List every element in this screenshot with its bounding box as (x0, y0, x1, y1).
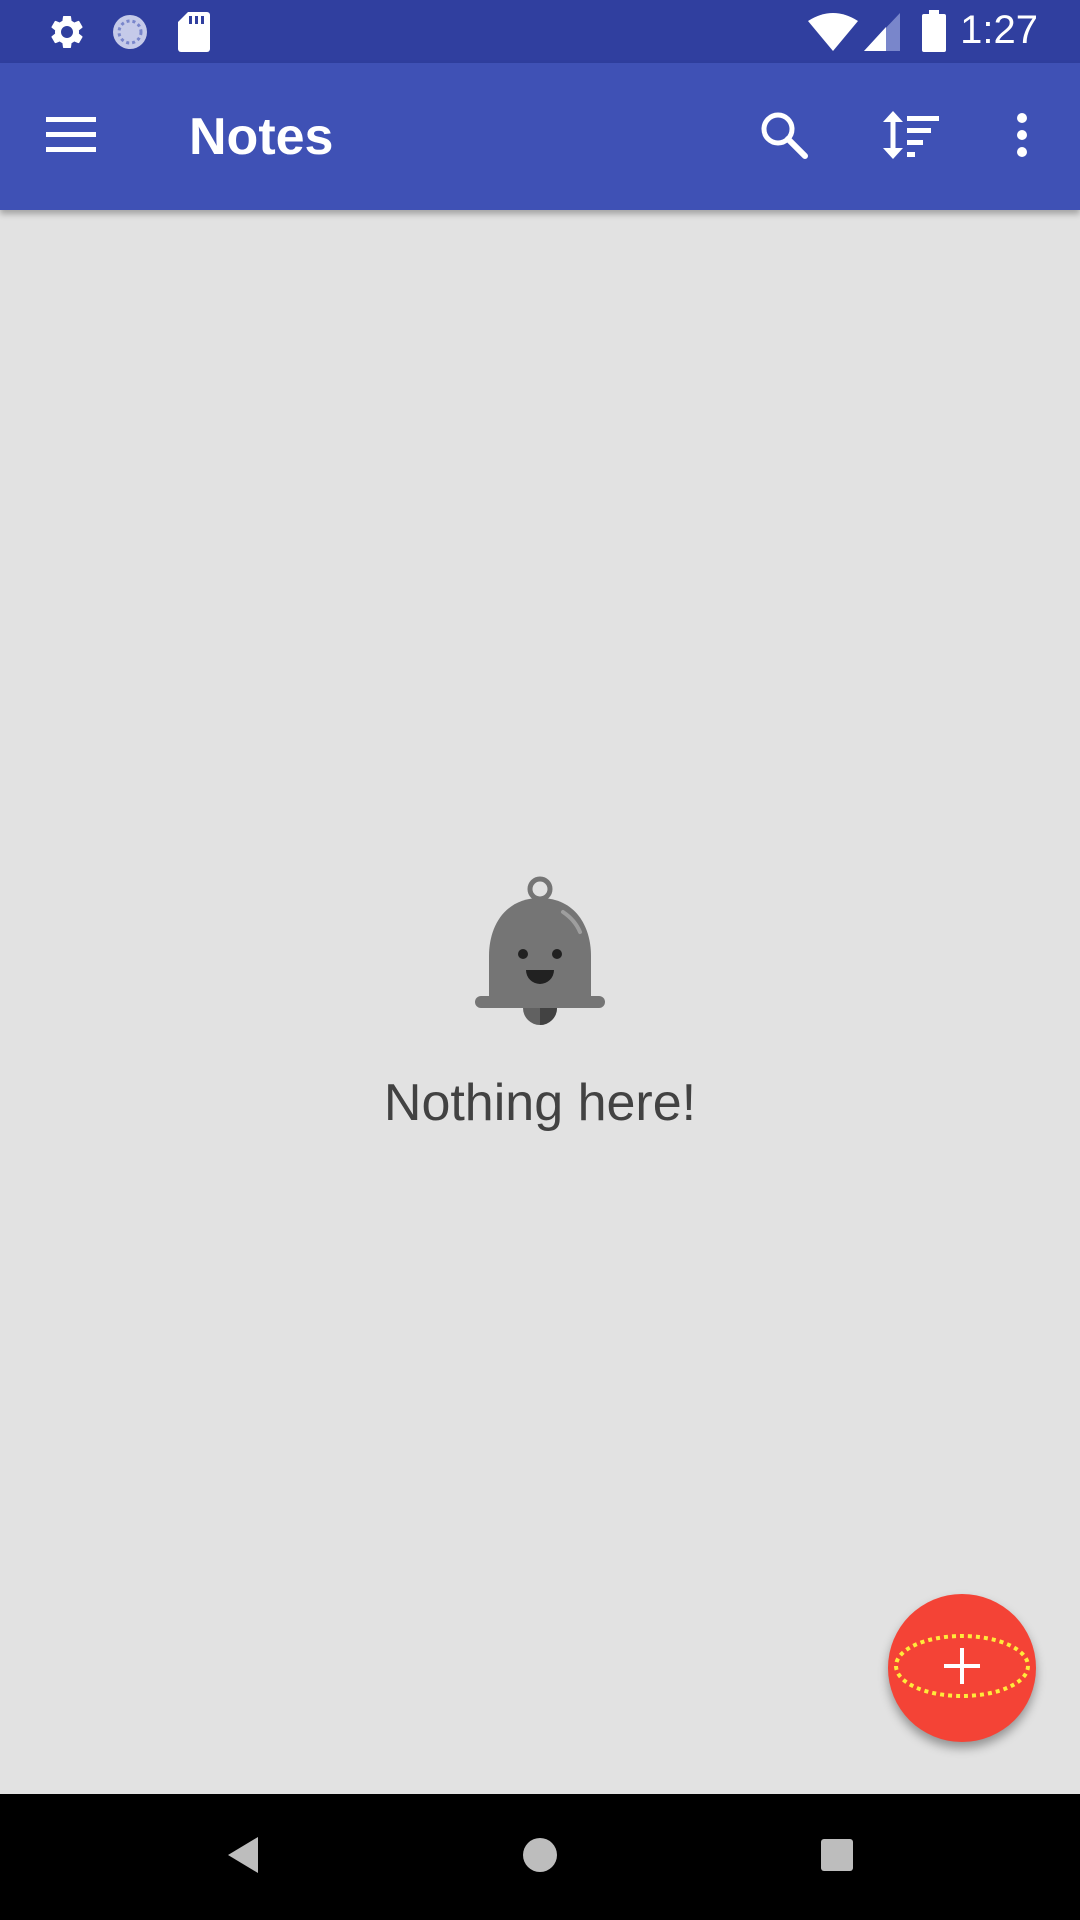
home-icon (521, 1836, 559, 1879)
gear-icon (47, 12, 87, 57)
sort-icon (883, 110, 939, 165)
recents-button[interactable] (797, 1817, 877, 1897)
plus-icon (892, 1631, 1032, 1706)
navigation-bar (0, 1794, 1080, 1920)
app-bar: Notes (0, 63, 1080, 210)
more-options-button[interactable] (974, 89, 1070, 185)
menu-button[interactable] (24, 89, 120, 185)
screen: 1:27 Notes Nothing here! (0, 0, 1080, 1920)
status-time: 1:27 (960, 8, 1038, 52)
search-icon (759, 110, 809, 165)
sort-button[interactable] (863, 89, 959, 185)
wifi-icon (808, 13, 858, 56)
sync-icon (110, 12, 150, 57)
more-vert-icon (1015, 112, 1029, 163)
status-bar: 1:27 (0, 0, 1080, 63)
bell-icon (465, 870, 615, 1035)
back-icon (224, 1835, 260, 1880)
recents-icon (820, 1838, 854, 1877)
add-note-button[interactable] (888, 1594, 1036, 1742)
menu-icon (46, 115, 98, 160)
sd-card-icon (178, 12, 210, 57)
home-button[interactable] (500, 1817, 580, 1897)
page-title: Notes (189, 108, 334, 166)
empty-state: Nothing here! (0, 870, 1080, 1133)
back-button[interactable] (202, 1817, 282, 1897)
search-button[interactable] (736, 89, 832, 185)
signal-icon (864, 13, 900, 56)
empty-message: Nothing here! (383, 1074, 697, 1132)
battery-icon (922, 10, 946, 57)
